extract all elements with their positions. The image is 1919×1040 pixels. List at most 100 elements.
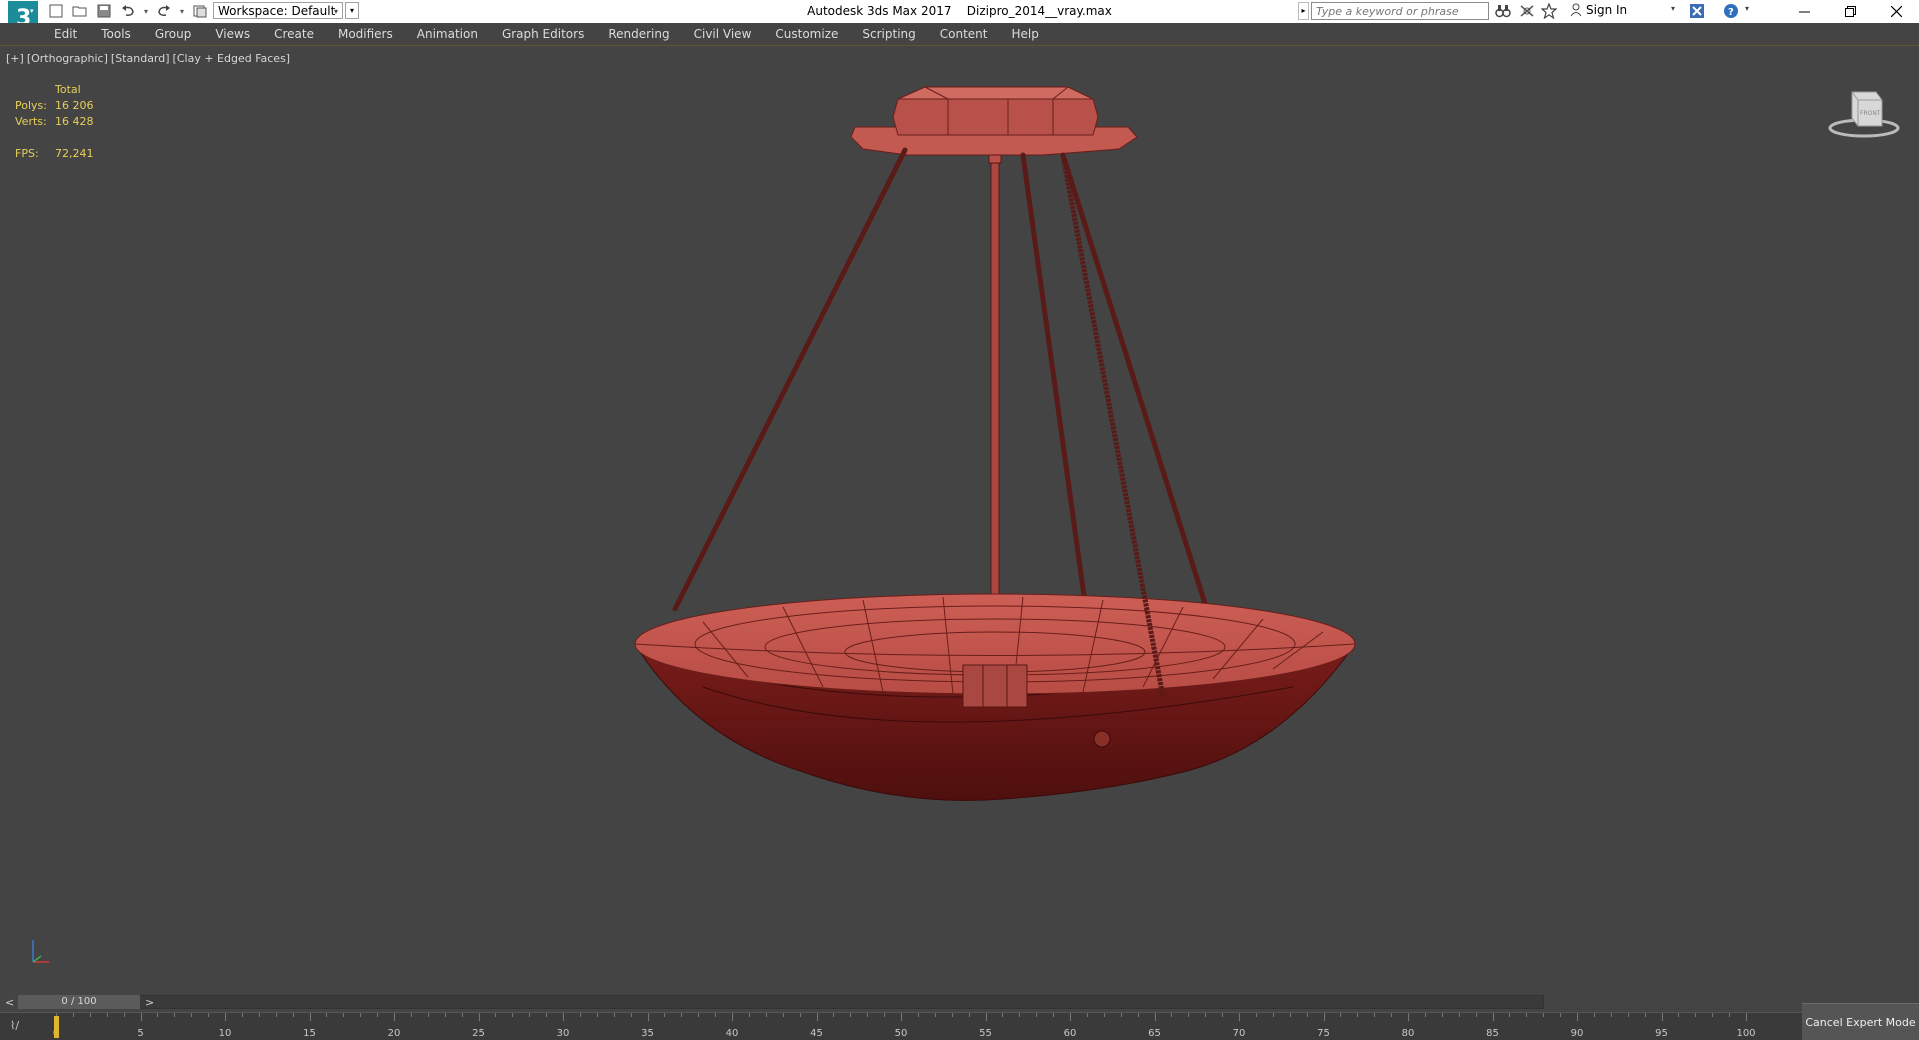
frame-tick-label: 50	[894, 1028, 908, 1039]
sign-in-button[interactable]: Sign In	[1570, 3, 1627, 17]
curve-editor-icon[interactable]: ⌇∕	[10, 1019, 19, 1032]
frame-tick-label: 25	[472, 1028, 485, 1039]
frame-tick	[850, 1013, 852, 1017]
redo-dropdown-icon[interactable]: ▾	[178, 7, 186, 16]
frame-tick	[1137, 1013, 1139, 1017]
menu-item-civil-view[interactable]: Civil View	[694, 27, 752, 41]
frame-tick	[1222, 1013, 1224, 1017]
sign-in-label: Sign In	[1586, 3, 1628, 17]
frame-tick	[1678, 1013, 1680, 1017]
help-dropdown-icon[interactable]: ▾	[1745, 4, 1749, 13]
minimize-icon	[1798, 11, 1810, 13]
menu-bar: Edit Tools Group Views Create Modifiers …	[0, 23, 1919, 46]
viewport-orthographic[interactable]: [+] [Orthographic] [Standard] [Clay + Edged…	[3, 47, 1916, 989]
frame-tick	[563, 1013, 564, 1021]
frame-tick-label: 90	[1570, 1028, 1584, 1039]
frame-tick	[394, 1013, 395, 1021]
frame-tick	[343, 1013, 345, 1017]
help-icon[interactable]: ?	[1722, 3, 1740, 19]
frame-tick	[1019, 1013, 1021, 1017]
undo-icon[interactable]	[118, 2, 138, 20]
frame-tick	[309, 1013, 311, 1021]
frame-tick	[1070, 1013, 1071, 1021]
frame-tick	[1374, 1013, 1376, 1017]
frame-tick	[1526, 1013, 1528, 1017]
menu-item-tools[interactable]: Tools	[101, 27, 131, 41]
cancel-expert-mode-button[interactable]: Cancel Expert Mode	[1802, 1003, 1919, 1040]
frame-tick	[884, 1013, 886, 1017]
frame-tick	[174, 1013, 176, 1017]
frame-tick	[816, 1013, 818, 1021]
frame-tick-label: 85	[1486, 1028, 1499, 1039]
frame-tick-label: 45	[810, 1028, 823, 1039]
frame-tick	[495, 1013, 497, 1017]
frame-ruler[interactable]: 0510152025303540455055606570758085909510…	[53, 1013, 1756, 1040]
minimize-button[interactable]	[1781, 0, 1827, 23]
menu-item-customize[interactable]: Customize	[775, 27, 838, 41]
frame-tick	[1036, 1013, 1038, 1017]
workspace-menu-icon[interactable]: ▾	[345, 2, 359, 19]
communication-center-icon[interactable]	[1518, 3, 1536, 19]
time-slider-next-button[interactable]: >	[145, 996, 154, 1009]
restore-button[interactable]	[1827, 0, 1873, 23]
search-expand-icon[interactable]: ▸	[1298, 2, 1309, 20]
frame-tick	[478, 1013, 480, 1021]
menu-item-content[interactable]: Content	[940, 27, 988, 41]
frame-tick	[157, 1013, 159, 1017]
time-slider-track[interactable]	[18, 995, 1544, 1009]
time-slider-thumb[interactable]: 0 / 100	[18, 995, 140, 1009]
workspace-select[interactable]: Workspace: Default ▾	[213, 2, 343, 19]
menu-item-help[interactable]: Help	[1012, 27, 1039, 41]
favorites-star-icon[interactable]	[1540, 3, 1558, 19]
frame-tick	[1171, 1013, 1173, 1017]
frame-tick	[1340, 1013, 1342, 1017]
ceiling-canopy[interactable]	[850, 86, 1138, 156]
chandelier-model[interactable]	[3, 47, 1916, 989]
save-icon[interactable]	[94, 2, 114, 20]
frame-tick-label: 65	[1148, 1028, 1161, 1039]
frame-tick	[1103, 1013, 1105, 1017]
binoculars-icon[interactable]	[1494, 3, 1512, 19]
project-folder-icon[interactable]	[190, 2, 210, 20]
time-slider-prev-button[interactable]: <	[5, 996, 14, 1009]
frame-tick-label: 20	[387, 1028, 401, 1039]
undo-dropdown-icon[interactable]: ▾	[142, 7, 150, 16]
menu-item-group[interactable]: Group	[155, 27, 192, 41]
menu-item-edit[interactable]: Edit	[54, 27, 77, 41]
viewcube-widget[interactable]: FRONT	[1824, 82, 1904, 142]
redo-icon[interactable]	[154, 2, 174, 20]
frame-tick	[241, 1013, 243, 1017]
frame-tick	[901, 1013, 902, 1021]
frame-tick	[1729, 1013, 1731, 1017]
exchange-apps-icon[interactable]	[1688, 3, 1706, 19]
quick-access-toolbar: ▾ ▾	[46, 2, 210, 20]
workspace-select-label: Workspace: Default	[218, 4, 336, 18]
frame-tick	[1543, 1013, 1545, 1017]
trackbar[interactable]: ⌇∕ 0510152025303540455055606570758085909…	[0, 1012, 1802, 1040]
frame-tick-label: 95	[1655, 1028, 1668, 1039]
menu-item-graph-editors[interactable]: Graph Editors	[502, 27, 584, 41]
frame-tick	[1492, 1013, 1494, 1021]
frame-tick-label: 80	[1401, 1028, 1415, 1039]
frame-tick	[1289, 1013, 1291, 1017]
frame-tick	[968, 1013, 970, 1017]
menu-item-create[interactable]: Create	[274, 27, 314, 41]
close-button[interactable]	[1873, 0, 1919, 23]
menu-item-modifiers[interactable]: Modifiers	[338, 27, 393, 41]
search-input[interactable]	[1311, 2, 1489, 20]
menu-item-views[interactable]: Views	[215, 27, 250, 41]
user-icon	[1570, 3, 1582, 17]
open-file-icon[interactable]	[70, 2, 90, 20]
frame-tick-label: 15	[303, 1028, 316, 1039]
frame-tick	[1154, 1013, 1156, 1021]
menu-item-scripting[interactable]: Scripting	[862, 27, 915, 41]
new-file-icon[interactable]	[46, 2, 66, 20]
menu-item-animation[interactable]: Animation	[417, 27, 478, 41]
current-time-marker[interactable]	[54, 1016, 59, 1038]
frame-tick	[1475, 1013, 1477, 1017]
frame-tick	[1661, 1013, 1663, 1021]
sign-in-dropdown-icon[interactable]: ▾	[1671, 4, 1675, 13]
time-slider[interactable]: < 0 / 100 >	[0, 992, 1919, 1012]
frame-tick	[1627, 1013, 1629, 1017]
menu-item-rendering[interactable]: Rendering	[608, 27, 669, 41]
